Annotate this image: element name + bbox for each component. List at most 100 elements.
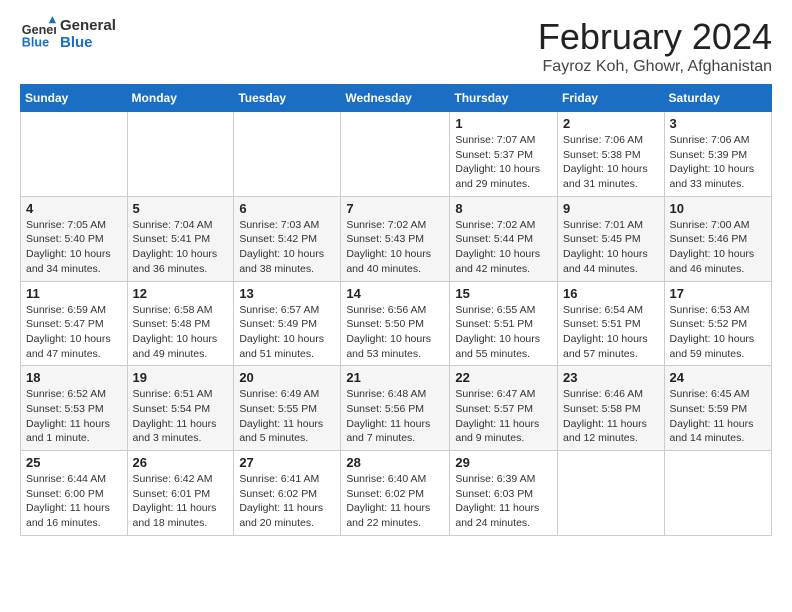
title-block: February 2024 Fayroz Koh, Ghowr, Afghani… — [538, 16, 772, 76]
calendar-cell: 15 Sunrise: 6:55 AMSunset: 5:51 PMDayligh… — [450, 281, 558, 366]
calendar-cell — [664, 451, 771, 536]
day-number: 16 — [563, 286, 659, 301]
day-number: 15 — [455, 286, 552, 301]
calendar-cell — [21, 112, 128, 197]
day-info: Sunrise: 6:59 AMSunset: 5:47 PMDaylight:… — [26, 303, 122, 362]
day-number: 22 — [455, 370, 552, 385]
day-info: Sunrise: 6:47 AMSunset: 5:57 PMDaylight:… — [455, 387, 552, 446]
day-number: 9 — [563, 201, 659, 216]
svg-text:Blue: Blue — [22, 36, 49, 50]
day-info: Sunrise: 7:03 AMSunset: 5:42 PMDaylight:… — [239, 218, 335, 277]
day-info: Sunrise: 7:01 AMSunset: 5:45 PMDaylight:… — [563, 218, 659, 277]
calendar-cell — [127, 112, 234, 197]
day-number: 19 — [133, 370, 229, 385]
calendar-cell: 12Sunrise: 6:58 AMSunset: 5:48 PMDayligh… — [127, 281, 234, 366]
day-info: Sunrise: 6:57 AMSunset: 5:49 PMDaylight:… — [239, 303, 335, 362]
day-number: 23 — [563, 370, 659, 385]
day-info: Sunrise: 7:02 AMSunset: 5:44 PMDaylight:… — [455, 218, 552, 277]
logo-icon: General Blue — [20, 16, 56, 52]
day-number: 14 — [346, 286, 444, 301]
day-number: 29 — [455, 455, 552, 470]
week-row-1: 1 Sunrise: 7:07 AMSunset: 5:37 PMDaylight… — [21, 112, 772, 197]
calendar-cell: 25 Sunrise: 6:44 AMSunset: 6:00 PMDayligh… — [21, 451, 128, 536]
day-number: 7 — [346, 201, 444, 216]
day-number: 20 — [239, 370, 335, 385]
header-sunday: Sunday — [21, 85, 128, 112]
day-number: 25 — [26, 455, 122, 470]
calendar-cell: 27Sunrise: 6:41 AMSunset: 6:02 PMDayligh… — [234, 451, 341, 536]
day-info: Sunrise: 6:53 AMSunset: 5:52 PMDaylight:… — [670, 303, 766, 362]
day-info: Sunrise: 6:51 AMSunset: 5:54 PMDaylight:… — [133, 387, 229, 446]
calendar-cell: 14 Sunrise: 6:56 AMSunset: 5:50 PMDayligh… — [341, 281, 450, 366]
day-info: Sunrise: 7:06 AMSunset: 5:39 PMDaylight:… — [670, 133, 766, 192]
day-info: Sunrise: 7:06 AMSunset: 5:38 PMDaylight:… — [563, 133, 659, 192]
day-info: Sunrise: 6:45 AMSunset: 5:59 PMDaylight:… — [670, 387, 766, 446]
week-row-4: 18 Sunrise: 6:52 AMSunset: 5:53 PMDayligh… — [21, 366, 772, 451]
day-number: 28 — [346, 455, 444, 470]
day-info: Sunrise: 6:54 AMSunset: 5:51 PMDaylight:… — [563, 303, 659, 362]
calendar-cell: 3 Sunrise: 7:06 AMSunset: 5:39 PMDaylight… — [664, 112, 771, 197]
day-number: 24 — [670, 370, 766, 385]
day-number: 13 — [239, 286, 335, 301]
calendar-cell: 16 Sunrise: 6:54 AMSunset: 5:51 PMDayligh… — [558, 281, 665, 366]
calendar-body: 1 Sunrise: 7:07 AMSunset: 5:37 PMDaylight… — [21, 112, 772, 536]
week-row-3: 11 Sunrise: 6:59 AMSunset: 5:47 PMDayligh… — [21, 281, 772, 366]
day-info: Sunrise: 6:56 AMSunset: 5:50 PMDaylight:… — [346, 303, 444, 362]
day-number: 1 — [455, 116, 552, 131]
page-header: General Blue General Blue February 2024 … — [20, 16, 772, 76]
day-info: Sunrise: 6:55 AMSunset: 5:51 PMDaylight:… — [455, 303, 552, 362]
day-info: Sunrise: 6:40 AMSunset: 6:02 PMDaylight:… — [346, 472, 444, 531]
day-info: Sunrise: 6:42 AMSunset: 6:01 PMDaylight:… — [133, 472, 229, 531]
logo-line1: General — [60, 17, 116, 34]
day-number: 26 — [133, 455, 229, 470]
calendar-cell: 20 Sunrise: 6:49 AMSunset: 5:55 PMDayligh… — [234, 366, 341, 451]
calendar-cell: 11 Sunrise: 6:59 AMSunset: 5:47 PMDayligh… — [21, 281, 128, 366]
day-info: Sunrise: 6:49 AMSunset: 5:55 PMDaylight:… — [239, 387, 335, 446]
calendar-header: SundayMondayTuesdayWednesdayThursdayFrid… — [21, 85, 772, 112]
day-info: Sunrise: 7:07 AMSunset: 5:37 PMDaylight:… — [455, 133, 552, 192]
day-number: 21 — [346, 370, 444, 385]
header-thursday: Thursday — [450, 85, 558, 112]
calendar-cell: 17 Sunrise: 6:53 AMSunset: 5:52 PMDayligh… — [664, 281, 771, 366]
calendar-cell: 22 Sunrise: 6:47 AMSunset: 5:57 PMDayligh… — [450, 366, 558, 451]
day-number: 27 — [239, 455, 335, 470]
calendar-cell: 4Sunrise: 7:05 AMSunset: 5:40 PMDaylight… — [21, 196, 128, 281]
calendar-cell — [558, 451, 665, 536]
calendar-cell: 23Sunrise: 6:46 AMSunset: 5:58 PMDayligh… — [558, 366, 665, 451]
day-info: Sunrise: 6:44 AMSunset: 6:00 PMDaylight:… — [26, 472, 122, 531]
calendar-table: SundayMondayTuesdayWednesdayThursdayFrid… — [20, 84, 772, 536]
calendar-cell — [341, 112, 450, 197]
calendar-cell: 13 Sunrise: 6:57 AMSunset: 5:49 PMDayligh… — [234, 281, 341, 366]
header-tuesday: Tuesday — [234, 85, 341, 112]
logo: General Blue General Blue — [20, 16, 116, 52]
day-info: Sunrise: 6:52 AMSunset: 5:53 PMDaylight:… — [26, 387, 122, 446]
page-subtitle: Fayroz Koh, Ghowr, Afghanistan — [538, 58, 772, 76]
day-number: 11 — [26, 286, 122, 301]
calendar-cell: 5 Sunrise: 7:04 AMSunset: 5:41 PMDaylight… — [127, 196, 234, 281]
week-row-2: 4Sunrise: 7:05 AMSunset: 5:40 PMDaylight… — [21, 196, 772, 281]
day-info: Sunrise: 6:58 AMSunset: 5:48 PMDaylight:… — [133, 303, 229, 362]
calendar-cell: 6 Sunrise: 7:03 AMSunset: 5:42 PMDaylight… — [234, 196, 341, 281]
day-info: Sunrise: 6:39 AMSunset: 6:03 PMDaylight:… — [455, 472, 552, 531]
week-row-5: 25 Sunrise: 6:44 AMSunset: 6:00 PMDayligh… — [21, 451, 772, 536]
calendar-cell — [234, 112, 341, 197]
day-number: 3 — [670, 116, 766, 131]
calendar-cell: 7 Sunrise: 7:02 AMSunset: 5:43 PMDaylight… — [341, 196, 450, 281]
day-number: 8 — [455, 201, 552, 216]
day-number: 10 — [670, 201, 766, 216]
calendar-cell: 29 Sunrise: 6:39 AMSunset: 6:03 PMDayligh… — [450, 451, 558, 536]
calendar-cell: 8 Sunrise: 7:02 AMSunset: 5:44 PMDaylight… — [450, 196, 558, 281]
day-number: 18 — [26, 370, 122, 385]
day-info: Sunrise: 6:48 AMSunset: 5:56 PMDaylight:… — [346, 387, 444, 446]
day-number: 6 — [239, 201, 335, 216]
day-number: 17 — [670, 286, 766, 301]
calendar-cell: 21 Sunrise: 6:48 AMSunset: 5:56 PMDayligh… — [341, 366, 450, 451]
day-number: 2 — [563, 116, 659, 131]
calendar-cell: 18 Sunrise: 6:52 AMSunset: 5:53 PMDayligh… — [21, 366, 128, 451]
day-info: Sunrise: 7:02 AMSunset: 5:43 PMDaylight:… — [346, 218, 444, 277]
day-info: Sunrise: 7:04 AMSunset: 5:41 PMDaylight:… — [133, 218, 229, 277]
day-number: 5 — [133, 201, 229, 216]
calendar-cell: 10Sunrise: 7:00 AMSunset: 5:46 PMDayligh… — [664, 196, 771, 281]
calendar-cell: 1 Sunrise: 7:07 AMSunset: 5:37 PMDaylight… — [450, 112, 558, 197]
header-saturday: Saturday — [664, 85, 771, 112]
